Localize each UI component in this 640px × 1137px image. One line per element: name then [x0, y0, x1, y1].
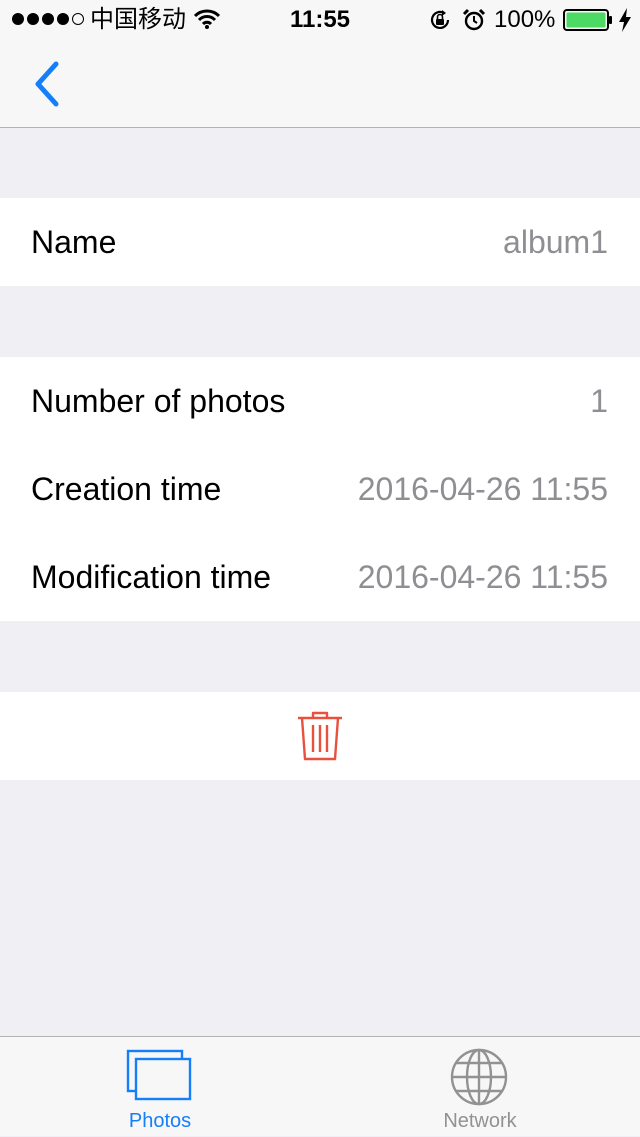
name-label: Name — [31, 224, 117, 260]
modification-time-row: Modification time 2016-04-26 11:55 — [0, 533, 640, 621]
chevron-left-icon — [35, 61, 59, 107]
creation-time-value: 2016-04-26 11:55 — [357, 471, 608, 507]
tab-photos-label: Photos — [128, 1110, 192, 1132]
creation-time-label: Creation time — [31, 471, 222, 507]
album-name-row[interactable]: Name album1 — [0, 198, 640, 286]
navigation-bar: 中国移动 11:55 100% — [0, 0, 640, 128]
album-details-screen: 中国移动 11:55 100% Name album1 Number of ph… — [0, 0, 640, 1136]
charging-bolt-icon — [619, 8, 631, 32]
status-bar: 中国移动 11:55 100% — [0, 0, 640, 40]
tab-network[interactable]: Network — [320, 1037, 640, 1137]
modification-time-label: Modification time — [31, 559, 272, 595]
delete-album-button[interactable] — [296, 710, 344, 762]
tab-photos[interactable]: Photos — [0, 1037, 320, 1137]
photo-count-value: 1 — [590, 383, 608, 419]
photo-count-row: Number of photos 1 — [0, 357, 640, 445]
album-details-section: Number of photos 1 Creation time 2016-04… — [0, 357, 640, 621]
album-name-value: album1 — [503, 224, 608, 260]
creation-time-row: Creation time 2016-04-26 11:55 — [0, 445, 640, 533]
trash-icon — [298, 711, 342, 761]
globe-icon — [450, 1048, 508, 1106]
tab-network-label: Network — [443, 1110, 517, 1132]
battery-icon — [563, 9, 612, 31]
modification-time-value: 2016-04-26 11:55 — [357, 559, 608, 595]
tab-bar: Photos Network — [0, 1036, 640, 1136]
photos-icon — [126, 1049, 192, 1101]
battery-percentage: 100% — [494, 6, 556, 33]
back-button[interactable] — [28, 58, 72, 110]
alarm-icon — [462, 8, 486, 31]
photo-count-label: Number of photos — [31, 383, 286, 419]
delete-section — [0, 692, 640, 780]
album-name-section: Name album1 — [0, 198, 640, 286]
rotation-lock-icon — [430, 10, 450, 29]
